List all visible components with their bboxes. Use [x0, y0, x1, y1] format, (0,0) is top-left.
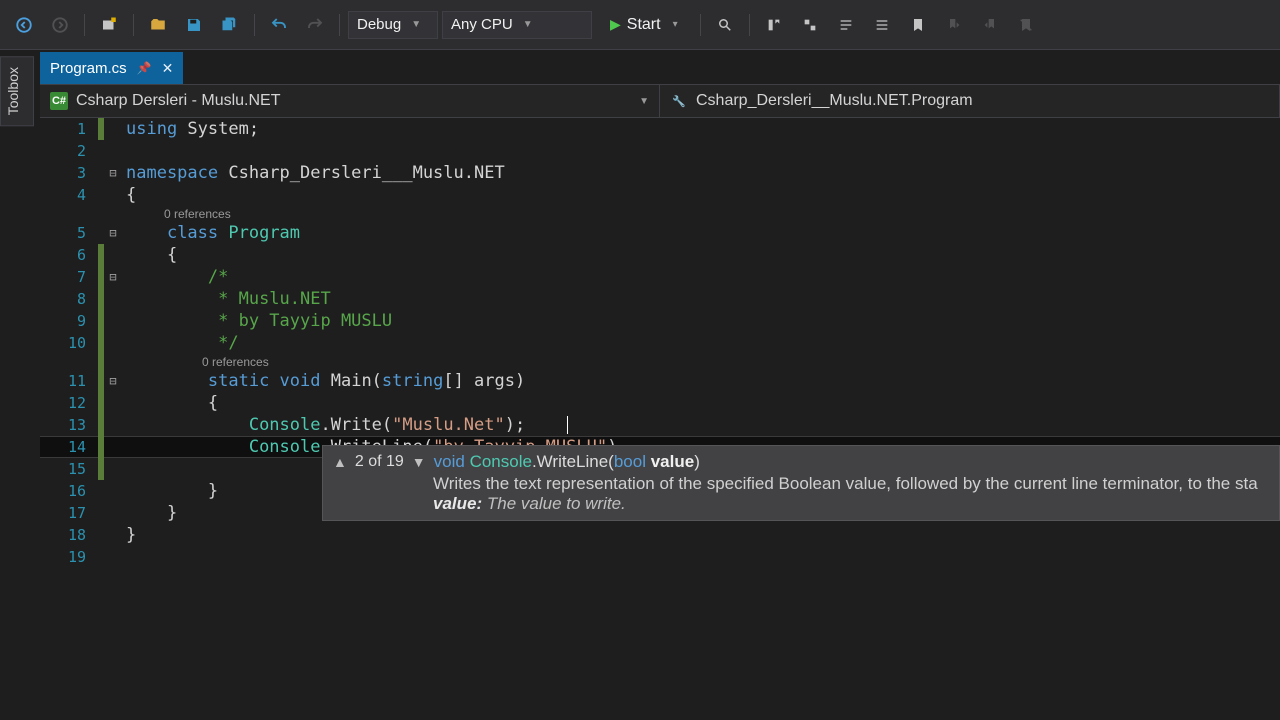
separator	[84, 14, 85, 36]
toolbox-tab[interactable]: Toolbox	[0, 56, 34, 126]
codelens-refs[interactable]: 0 references	[202, 355, 269, 369]
start-button[interactable]: ▶ Start ▾	[596, 10, 692, 40]
line-number: 2	[40, 140, 98, 162]
csharp-icon: C#	[50, 92, 68, 110]
undo-button[interactable]	[263, 9, 295, 41]
fold-toggle[interactable]: ⊟	[104, 266, 122, 288]
fold-toggle[interactable]: ⊟	[104, 162, 122, 184]
line-number: 19	[40, 546, 98, 568]
line-number: 18	[40, 524, 98, 546]
text-caret	[567, 416, 568, 434]
line-number: 17	[40, 502, 98, 524]
save-button[interactable]	[178, 9, 210, 41]
line-number: 9	[40, 310, 98, 332]
nav-project-dropdown[interactable]: C# Csharp Dersleri - Muslu.NET ▼	[40, 85, 660, 117]
sig-param-desc: value: The value to write.	[333, 494, 1269, 514]
platform-dropdown[interactable]: Any CPU ▼	[442, 11, 592, 39]
tab-bar: Program.cs 📌 ✕	[40, 50, 1280, 84]
nav-bar: C# Csharp Dersleri - Muslu.NET ▼ 🔧 Cshar…	[40, 84, 1280, 118]
line-number: 14	[40, 436, 98, 458]
chevron-down-icon: ▾	[673, 19, 678, 30]
pin-icon[interactable]: 📌	[137, 61, 152, 75]
codelens-refs[interactable]: 0 references	[164, 207, 231, 221]
nav-member-dropdown[interactable]: 🔧 Csharp_Dersleri__Muslu.NET.Program	[660, 85, 1280, 117]
line-number: 10	[40, 332, 98, 354]
sig-signature: void Console.WriteLine(bool value)	[434, 452, 700, 472]
bookmark-button[interactable]	[902, 9, 934, 41]
main-toolbar: Debug ▼ Any CPU ▼ ▶ Start ▾	[0, 0, 1280, 50]
line-number: 1	[40, 118, 98, 140]
sig-overload-count: 2 of 19	[355, 453, 404, 471]
nav-back-button[interactable]	[8, 9, 40, 41]
uncomment-button[interactable]	[866, 9, 898, 41]
next-bookmark-button[interactable]	[974, 9, 1006, 41]
line-number: 6	[40, 244, 98, 266]
save-all-button[interactable]	[214, 9, 246, 41]
class-icon: 🔧	[670, 92, 688, 110]
chevron-down-icon: ▼	[411, 19, 421, 30]
line-number: 12	[40, 392, 98, 414]
sig-next-icon[interactable]: ▼	[412, 454, 426, 470]
step-into-icon[interactable]	[758, 9, 790, 41]
separator	[749, 14, 750, 36]
line-number: 5	[40, 222, 98, 244]
line-number: 8	[40, 288, 98, 310]
tab-filename: Program.cs	[50, 60, 127, 77]
prev-bookmark-button[interactable]	[938, 9, 970, 41]
step-over-icon[interactable]	[794, 9, 826, 41]
code-editor[interactable]: 1using System; 2 3⊟namespace Csharp_Ders…	[40, 118, 1280, 720]
nav-project-label: Csharp Dersleri - Muslu.NET	[76, 92, 280, 110]
find-in-files-button[interactable]	[709, 9, 741, 41]
sig-description: Writes the text representation of the sp…	[333, 474, 1269, 494]
separator	[339, 14, 340, 36]
nav-forward-button[interactable]	[44, 9, 76, 41]
line-number: 16	[40, 480, 98, 502]
play-icon: ▶	[610, 16, 621, 33]
separator	[700, 14, 701, 36]
fold-toggle[interactable]: ⊟	[104, 370, 122, 392]
line-number: 15	[40, 458, 98, 480]
separator	[133, 14, 134, 36]
comment-out-button[interactable]	[830, 9, 862, 41]
open-file-button[interactable]	[142, 9, 174, 41]
line-number: 7	[40, 266, 98, 288]
line-number: 13	[40, 414, 98, 436]
config-dropdown[interactable]: Debug ▼	[348, 11, 438, 39]
start-label: Start	[627, 16, 661, 34]
signature-help-tooltip: ▲ 2 of 19 ▼ void Console.WriteLine(bool …	[322, 445, 1280, 521]
chevron-down-icon: ▼	[639, 96, 649, 107]
line-number: 4	[40, 184, 98, 206]
nav-member-label: Csharp_Dersleri__Muslu.NET.Program	[696, 92, 973, 110]
line-number: 11	[40, 370, 98, 392]
platform-value: Any CPU	[451, 16, 513, 33]
sig-prev-icon[interactable]: ▲	[333, 454, 347, 470]
fold-toggle[interactable]: ⊟	[104, 222, 122, 244]
line-number: 3	[40, 162, 98, 184]
clear-bookmarks-button[interactable]	[1010, 9, 1042, 41]
new-project-button[interactable]	[93, 9, 125, 41]
close-tab-icon[interactable]: ✕	[162, 60, 174, 77]
config-value: Debug	[357, 16, 401, 33]
file-tab-active[interactable]: Program.cs 📌 ✕	[40, 52, 183, 84]
separator	[254, 14, 255, 36]
redo-button[interactable]	[299, 9, 331, 41]
chevron-down-icon: ▼	[523, 19, 533, 30]
